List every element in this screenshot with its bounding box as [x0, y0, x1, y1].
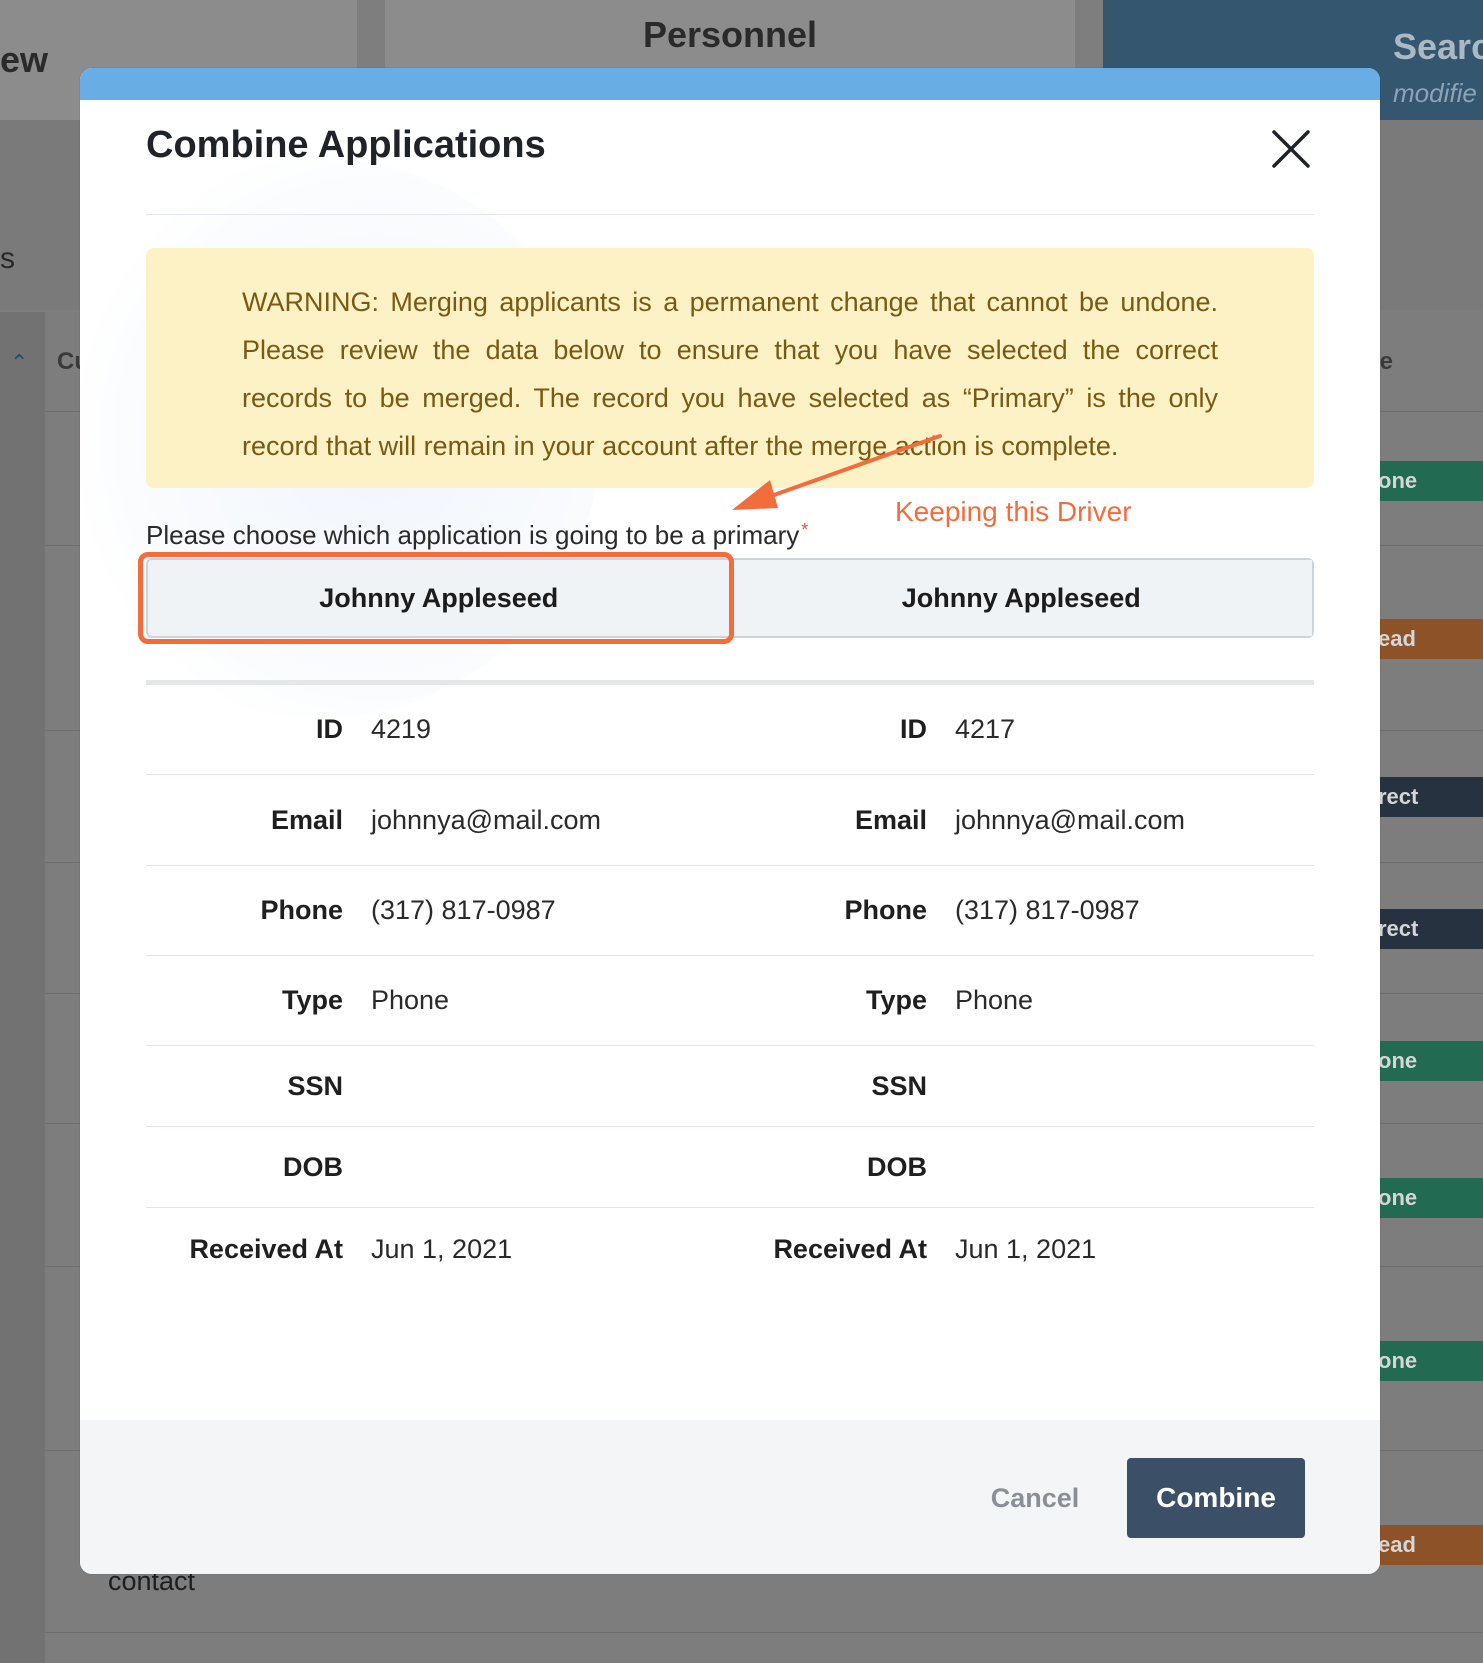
- field-label: SSN: [287, 1070, 343, 1101]
- field-label: Received At: [773, 1233, 927, 1264]
- field-row-phone: Phone (317) 817-0987 Phone (317) 817-0987: [146, 866, 1314, 956]
- choice-label: Johnny Appleseed: [901, 582, 1141, 613]
- field-value-left: 4219: [371, 714, 432, 744]
- field-label: Phone: [844, 895, 927, 925]
- field-row-received-at: Received At Jun 1, 2021 Received At Jun 1,…: [146, 1208, 1314, 1290]
- combine-applications-modal: Combine Applications WARNING: Merging ap…: [80, 68, 1380, 1574]
- bg-status-badge: one: [1378, 1341, 1483, 1381]
- field-value-left: (317) 817-0987: [371, 895, 556, 925]
- chevron-up-icon: ⌃: [10, 350, 29, 375]
- field-label: Phone: [260, 895, 343, 925]
- bg-status-badge: one: [1378, 1041, 1483, 1081]
- combine-button[interactable]: Combine: [1127, 1458, 1305, 1538]
- modal-footer: Cancel Combine: [80, 1420, 1380, 1574]
- field-row-id: ID 4219 ID 4217: [146, 685, 1314, 775]
- field-label: Email: [854, 804, 927, 835]
- bg-tab-label: Searc: [1393, 26, 1483, 67]
- warning-text: WARNING: Merging applicants is a permane…: [242, 287, 1218, 461]
- field-label: DOB: [283, 1151, 343, 1182]
- annotation-keeping-driver: Keeping this Driver: [895, 496, 1132, 527]
- field-row-email: Email johnnya@mail.com Email johnnya@mail.…: [146, 775, 1314, 866]
- primary-choice-left[interactable]: Johnny Appleseed: [148, 560, 730, 636]
- field-label: Email: [270, 804, 343, 835]
- bg-status-badge: ead: [1378, 619, 1483, 659]
- field-value-right: johnnya@mail.com: [955, 804, 1186, 835]
- field-label: SSN: [871, 1070, 927, 1101]
- bg-tab-label: Personnel: [642, 14, 818, 55]
- modal-top-bar: [80, 68, 1380, 100]
- field-value-right: 4217: [955, 714, 1016, 744]
- bg-tab-personnel: Personnel: [385, 0, 1075, 70]
- field-value-right: (317) 817-0987: [955, 895, 1140, 925]
- bg-sidebar: [0, 312, 45, 1663]
- bg-status-badge: rect: [1378, 909, 1483, 949]
- required-marker: *: [801, 520, 809, 540]
- field-value-left: Phone: [371, 985, 450, 1015]
- bg-tab-subtitle: modifie: [1393, 78, 1477, 108]
- modal-title: Combine Applications: [146, 124, 546, 166]
- bg-status-badge: one: [1378, 1178, 1483, 1218]
- field-value-right: Jun 1, 2021: [955, 1233, 1097, 1264]
- primary-choice-right[interactable]: Johnny Appleseed: [729, 560, 1312, 636]
- bg-status-badge: rect: [1378, 777, 1483, 817]
- field-label: ID: [316, 714, 343, 744]
- bg-toolbar-text: s: [0, 242, 15, 275]
- bg-row-divider: [45, 1632, 1483, 1633]
- field-label: Type: [281, 985, 343, 1015]
- primary-choice-group: Johnny Appleseed Johnny Appleseed: [146, 558, 1314, 638]
- primary-choice-text: Please choose which application is going…: [146, 520, 800, 550]
- field-value-left: Jun 1, 2021: [371, 1233, 513, 1264]
- field-label: Received At: [189, 1233, 343, 1264]
- title-divider: [146, 214, 1314, 215]
- field-value-right: Phone: [955, 985, 1034, 1015]
- cancel-button[interactable]: Cancel: [965, 1478, 1105, 1518]
- primary-choice-label: Please choose which application is going…: [146, 520, 808, 551]
- bg-status-badge: one: [1378, 461, 1483, 501]
- field-label: ID: [900, 714, 927, 744]
- field-value-left: johnnya@mail.com: [371, 804, 602, 835]
- field-label: Type: [865, 985, 927, 1015]
- close-icon[interactable]: [1270, 128, 1312, 170]
- bg-status-badge: ead: [1378, 1525, 1483, 1565]
- bg-tab-label: ew: [0, 39, 49, 80]
- warning-box: WARNING: Merging applicants is a permane…: [146, 248, 1314, 488]
- field-row-ssn: SSN SSN: [146, 1046, 1314, 1127]
- field-row-type: Type Phone Type Phone: [146, 956, 1314, 1046]
- choice-label: Johnny Appleseed: [319, 582, 559, 613]
- field-row-dob: DOB DOB: [146, 1127, 1314, 1208]
- field-label: DOB: [867, 1151, 927, 1182]
